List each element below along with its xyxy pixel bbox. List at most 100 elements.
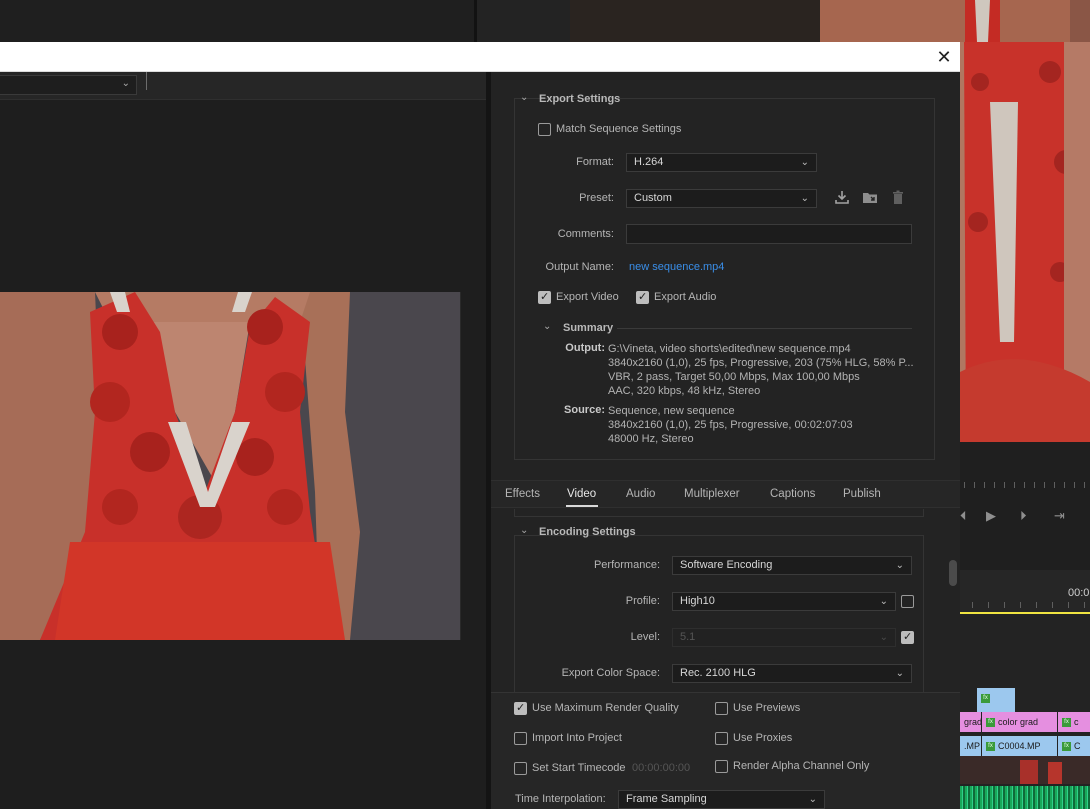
tab-audio[interactable]: Audio <box>626 488 655 500</box>
export-video-label: Export Video <box>556 291 619 303</box>
export-video-checkbox[interactable] <box>538 290 551 304</box>
time-interpolation-select[interactable]: Frame Sampling ⌄ <box>618 790 825 809</box>
fx-badge-icon: fx <box>986 742 995 752</box>
performance-label: Performance: <box>593 559 660 571</box>
preview-pane: ⌄ <box>0 72 486 809</box>
timeline-clip[interactable]: fx C <box>1058 736 1090 756</box>
output-name-label: Output Name: <box>545 261 614 273</box>
timeline-clip[interactable]: grad <box>960 712 981 732</box>
render-alpha-checkbox[interactable] <box>715 760 728 773</box>
settings-scrollbar-track[interactable] <box>949 509 957 692</box>
level-select[interactable]: 5.1 ⌄ <box>672 628 896 647</box>
step-forward-icon[interactable]: ⏵ <box>1020 508 1027 524</box>
chevron-down-icon[interactable]: ⌄ <box>520 92 528 103</box>
comments-input[interactable] <box>626 224 912 244</box>
summary-output-video: 3840x2160 (1,0), 25 fps, Progressive, 20… <box>608 357 914 369</box>
tab-effects[interactable]: Effects <box>505 488 540 500</box>
tab-multiplexer[interactable]: Multiplexer <box>684 488 740 500</box>
timeline-video-thumbnails <box>960 756 1090 784</box>
chevron-down-icon: ⌄ <box>800 157 809 168</box>
format-label: Format: <box>576 156 614 168</box>
profile-value: High10 <box>680 595 715 607</box>
chevron-down-icon: ⌄ <box>808 794 817 805</box>
preset-value: Custom <box>634 192 672 204</box>
timeline-clip[interactable]: fx color grad <box>982 712 1057 732</box>
chevron-down-icon[interactable]: ⌄ <box>543 321 551 332</box>
settings-pane: ⌄ Export Settings Match Sequence Setting… <box>491 72 960 809</box>
import-preset-icon[interactable] <box>861 189 879 207</box>
program-monitor-image <box>570 0 1090 42</box>
import-into-project-label: Import Into Project <box>532 732 622 744</box>
timeline-ruler[interactable] <box>960 598 1090 610</box>
summary-output-bitrate: VBR, 2 pass, Target 50,00 Mbps, Max 100,… <box>608 371 860 383</box>
export-settings-header[interactable]: Export Settings <box>539 93 620 105</box>
timeline-clip[interactable]: fx C0004.MP <box>982 736 1057 756</box>
previous-section-edge <box>514 509 924 517</box>
chevron-down-icon: ⌄ <box>879 596 888 607</box>
timeline-clip-adjustment[interactable]: fx <box>977 688 1015 712</box>
video-settings-scroll-area: ⌄ Encoding Settings Performance: Softwar… <box>491 509 960 692</box>
program-monitor-ruler[interactable] <box>960 472 1090 490</box>
time-interpolation-value: Frame Sampling <box>626 793 707 805</box>
encoding-settings-header[interactable]: Encoding Settings <box>539 526 636 538</box>
export-color-space-select[interactable]: Rec. 2100 HLG ⌄ <box>672 664 912 683</box>
transport-controls: ⏴ ▶ ⏵ ⇥ <box>960 508 1090 530</box>
timeline-clip[interactable]: fx c <box>1058 712 1090 732</box>
step-back-icon[interactable]: ⏴ <box>960 508 967 524</box>
output-name-link[interactable]: new sequence.mp4 <box>629 261 724 273</box>
play-icon[interactable]: ▶ <box>986 508 996 524</box>
render-options: Use Maximum Render Quality Use Previews … <box>491 692 960 809</box>
tab-captions[interactable]: Captions <box>770 488 815 500</box>
export-color-space-label: Export Color Space: <box>561 667 660 679</box>
performance-select[interactable]: Software Encoding ⌄ <box>672 556 912 575</box>
use-max-render-quality-checkbox[interactable] <box>514 701 527 715</box>
summary-header[interactable]: Summary <box>563 322 613 334</box>
close-icon[interactable]: ✕ <box>934 47 954 67</box>
summary-output-key: Output: <box>565 342 605 354</box>
match-sequence-label: Match Sequence Settings <box>556 123 682 135</box>
tab-video[interactable]: Video <box>567 488 596 500</box>
program-monitor-top <box>570 0 1090 42</box>
chevron-down-icon: ⌄ <box>800 193 809 204</box>
save-preset-icon[interactable] <box>833 189 851 207</box>
background-panel-top-left <box>0 0 476 42</box>
profile-select[interactable]: High10 ⌄ <box>672 592 896 611</box>
summary-source-video: 3840x2160 (1,0), 25 fps, Progressive, 00… <box>608 419 853 431</box>
comments-label: Comments: <box>557 228 614 240</box>
start-timecode-field[interactable]: 00:00:00:00 <box>632 762 690 774</box>
time-interpolation-label: Time Interpolation: <box>515 793 606 805</box>
summary-output-audio: AAC, 320 kbps, 48 kHz, Stereo <box>608 385 761 397</box>
delete-preset-icon[interactable] <box>889 189 907 207</box>
level-value: 5.1 <box>680 631 696 643</box>
summary-source-audio: 48000 Hz, Stereo <box>608 433 694 445</box>
timeline-clip[interactable]: .MP <box>960 736 981 756</box>
profile-override-checkbox[interactable] <box>901 595 914 608</box>
settings-scrollbar-thumb[interactable] <box>949 560 957 586</box>
summary-output-path: G:\Vineta, video shorts\edited\new seque… <box>608 343 851 355</box>
preset-select[interactable]: Custom ⌄ <box>626 189 817 208</box>
chevron-down-icon[interactable]: ⌄ <box>520 525 528 536</box>
insert-icon[interactable]: ⇥ <box>1054 508 1065 524</box>
summary-divider <box>617 328 912 329</box>
use-proxies-label: Use Proxies <box>733 732 793 744</box>
import-into-project-checkbox[interactable] <box>514 732 527 745</box>
performance-value: Software Encoding <box>680 559 773 571</box>
timeline-tracks: fx grad fx color grad fx c .MP fx C0004.MP … <box>960 614 1090 809</box>
summary-source-name: Sequence, new sequence <box>608 405 735 417</box>
export-audio-checkbox[interactable] <box>636 290 649 304</box>
level-label: Level: <box>630 631 660 643</box>
program-monitor-right <box>960 42 1090 442</box>
source-range-dropdown[interactable]: ⌄ <box>0 75 137 95</box>
set-start-timecode-checkbox[interactable] <box>514 762 527 775</box>
use-proxies-checkbox[interactable] <box>715 732 728 745</box>
tab-publish[interactable]: Publish <box>843 488 881 500</box>
use-previews-checkbox[interactable] <box>715 702 728 715</box>
export-audio-label: Export Audio <box>654 291 717 303</box>
level-override-checkbox[interactable] <box>901 630 914 644</box>
timeline-audio-waveform <box>960 786 1090 809</box>
format-select[interactable]: H.264 ⌄ <box>626 153 817 172</box>
match-sequence-checkbox[interactable] <box>538 123 551 136</box>
chevron-down-icon: ⌄ <box>879 632 888 643</box>
summary-output-lines: G:\Vineta, video shorts\edited\new seque… <box>608 342 914 398</box>
format-value: H.264 <box>634 156 664 168</box>
